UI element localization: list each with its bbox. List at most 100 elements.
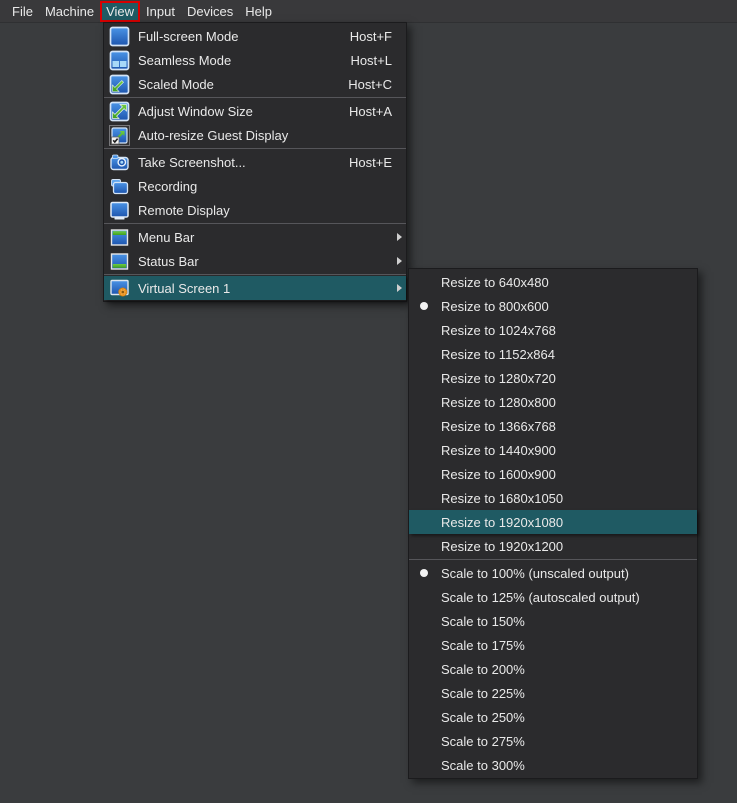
- submenu-item-label: Resize to 1920x1200: [441, 539, 563, 554]
- menu-item-take-screenshot[interactable]: Take Screenshot... Host+E: [104, 150, 406, 174]
- radio-selected-icon: [420, 302, 428, 310]
- shortcut-label: Host+A: [349, 104, 392, 119]
- submenu-item-label: Resize to 1680x1050: [441, 491, 563, 506]
- menu-separator: [409, 559, 697, 560]
- menu-item-label: Status Bar: [138, 254, 199, 269]
- menubar-item-machine[interactable]: Machine: [39, 2, 100, 21]
- shortcut-label: Host+F: [350, 29, 392, 44]
- submenu-item-label: Resize to 1600x900: [441, 467, 556, 482]
- menu-item-remote-display[interactable]: Remote Display: [104, 198, 406, 222]
- menu-item-label: Recording: [138, 179, 197, 194]
- submenu-item-label: Scale to 225%: [441, 686, 525, 701]
- menu-item-virtual-screen-1[interactable]: Virtual Screen 1: [104, 276, 406, 300]
- menubar-icon: [109, 227, 130, 248]
- submenu-item-resize-to-1440x900[interactable]: Resize to 1440x900: [409, 438, 697, 462]
- menu-item-seamless-mode[interactable]: Seamless Mode Host+L: [104, 48, 406, 72]
- menu-separator: [104, 148, 406, 149]
- submenu-item-label: Resize to 1280x800: [441, 395, 556, 410]
- menu-item-label: Menu Bar: [138, 230, 194, 245]
- submenu-item-label: Resize to 1440x900: [441, 443, 556, 458]
- shortcut-label: Host+C: [348, 77, 392, 92]
- screenshot-icon: [109, 152, 130, 173]
- menu-item-label: Virtual Screen 1: [138, 281, 230, 296]
- submenu-item-resize-to-1280x800[interactable]: Resize to 1280x800: [409, 390, 697, 414]
- statusbar-icon: [109, 251, 130, 272]
- menu-item-adjust-window-size[interactable]: Adjust Window Size Host+A: [104, 99, 406, 123]
- submenu-item-resize-to-1024x768[interactable]: Resize to 1024x768: [409, 318, 697, 342]
- adjust-icon: [109, 101, 130, 122]
- menu-item-status-bar[interactable]: Status Bar: [104, 249, 406, 273]
- submenu-item-label: Resize to 1920x1080: [441, 515, 563, 530]
- submenu-item-scale-to-275[interactable]: Scale to 275%: [409, 729, 697, 753]
- submenu-item-label: Scale to 250%: [441, 710, 525, 725]
- menu-item-recording[interactable]: Recording: [104, 174, 406, 198]
- submenu-item-scale-to-300[interactable]: Scale to 300%: [409, 753, 697, 777]
- submenu-item-label: Resize to 1152x864: [441, 347, 555, 362]
- submenu-item-label: Resize to 1280x720: [441, 371, 556, 386]
- submenu-item-resize-to-640x480[interactable]: Resize to 640x480: [409, 270, 697, 294]
- scaled-icon: [109, 74, 130, 95]
- submenu-item-scale-to-250[interactable]: Scale to 250%: [409, 705, 697, 729]
- submenu-item-label: Scale to 200%: [441, 662, 525, 677]
- menubar-item-file[interactable]: File: [6, 2, 39, 21]
- view-menu-popup: Full-screen Mode Host+F Seamless Mode Host+…: [103, 22, 407, 302]
- menu-separator: [104, 274, 406, 275]
- submenu-item-resize-to-1366x768[interactable]: Resize to 1366x768: [409, 414, 697, 438]
- menubar-item-devices[interactable]: Devices: [181, 2, 239, 21]
- menu-item-label: Adjust Window Size: [138, 104, 253, 119]
- submenu-item-scale-to-200[interactable]: Scale to 200%: [409, 657, 697, 681]
- menubar-item-view[interactable]: View: [100, 1, 140, 22]
- submenu-item-label: Resize to 1024x768: [441, 323, 556, 338]
- menu-item-label: Take Screenshot...: [138, 155, 246, 170]
- menu-item-label: Scaled Mode: [138, 77, 214, 92]
- submenu-item-label: Scale to 275%: [441, 734, 525, 749]
- submenu-item-label: Scale to 150%: [441, 614, 525, 629]
- submenu-item-label: Resize to 800x600: [441, 299, 549, 314]
- submenu-arrow-icon: [397, 233, 402, 241]
- menu-item-label: Auto-resize Guest Display: [138, 128, 288, 143]
- menu-item-menu-bar[interactable]: Menu Bar: [104, 225, 406, 249]
- submenu-item-scale-to-100-unscaled-output[interactable]: Scale to 100% (unscaled output): [409, 561, 697, 585]
- menu-separator: [104, 223, 406, 224]
- submenu-item-label: Scale to 100% (unscaled output): [441, 566, 629, 581]
- menu-item-label: Seamless Mode: [138, 53, 231, 68]
- menu-bar: FileMachineViewInputDevicesHelp: [0, 0, 737, 23]
- virtualscreen-icon: [109, 278, 130, 299]
- seamless-icon: [109, 50, 130, 71]
- submenu-item-resize-to-1920x1080[interactable]: Resize to 1920x1080: [409, 510, 697, 534]
- menu-item-auto-resize-guest-display[interactable]: Auto-resize Guest Display: [104, 123, 406, 147]
- submenu-item-resize-to-1152x864[interactable]: Resize to 1152x864: [409, 342, 697, 366]
- menu-item-full-screen-mode[interactable]: Full-screen Mode Host+F: [104, 24, 406, 48]
- shortcut-label: Host+E: [349, 155, 392, 170]
- submenu-item-label: Resize to 640x480: [441, 275, 549, 290]
- remote-icon: [109, 200, 130, 221]
- submenu-item-resize-to-1680x1050[interactable]: Resize to 1680x1050: [409, 486, 697, 510]
- submenu-item-resize-to-1600x900[interactable]: Resize to 1600x900: [409, 462, 697, 486]
- menu-separator: [104, 97, 406, 98]
- radio-selected-icon: [420, 569, 428, 577]
- recording-icon: [109, 176, 130, 197]
- menubar-item-input[interactable]: Input: [140, 2, 181, 21]
- menu-item-scaled-mode[interactable]: Scaled Mode Host+C: [104, 72, 406, 96]
- submenu-item-scale-to-150[interactable]: Scale to 150%: [409, 609, 697, 633]
- submenu-item-resize-to-800x600[interactable]: Resize to 800x600: [409, 294, 697, 318]
- submenu-item-scale-to-225[interactable]: Scale to 225%: [409, 681, 697, 705]
- menu-item-label: Full-screen Mode: [138, 29, 238, 44]
- submenu-item-label: Scale to 175%: [441, 638, 525, 653]
- submenu-item-resize-to-1920x1200[interactable]: Resize to 1920x1200: [409, 534, 697, 558]
- menu-item-label: Remote Display: [138, 203, 230, 218]
- submenu-arrow-icon: [397, 257, 402, 265]
- menubar-item-help[interactable]: Help: [239, 2, 278, 21]
- submenu-item-scale-to-175[interactable]: Scale to 175%: [409, 633, 697, 657]
- virtual-screen-submenu-popup: Resize to 640x480 Resize to 800x600 Resize…: [408, 268, 698, 779]
- submenu-item-resize-to-1280x720[interactable]: Resize to 1280x720: [409, 366, 697, 390]
- virtualbox-vm-window: { "colors": { "highlight": "#1f5a63", "a…: [0, 0, 737, 803]
- autoresize-icon: [109, 125, 130, 146]
- submenu-item-label: Scale to 300%: [441, 758, 525, 773]
- submenu-item-label: Resize to 1366x768: [441, 419, 556, 434]
- fullscreen-icon: [109, 26, 130, 47]
- submenu-item-scale-to-125-autoscaled-output[interactable]: Scale to 125% (autoscaled output): [409, 585, 697, 609]
- submenu-item-label: Scale to 125% (autoscaled output): [441, 590, 640, 605]
- shortcut-label: Host+L: [350, 53, 392, 68]
- submenu-arrow-icon: [397, 284, 402, 292]
